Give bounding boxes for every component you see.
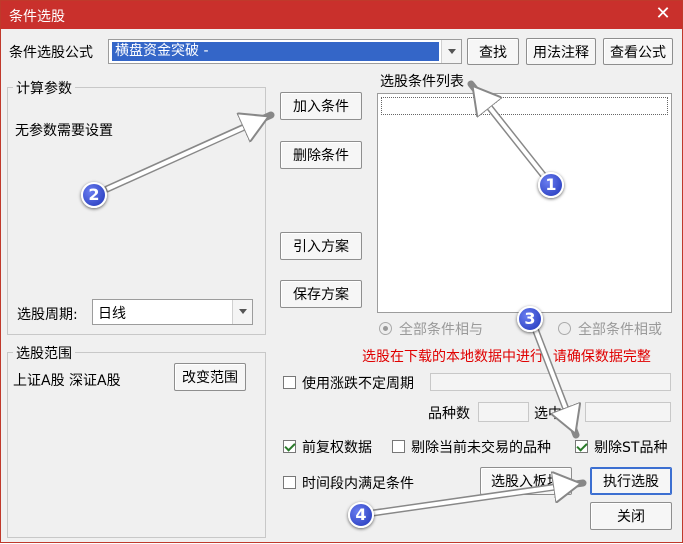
close-icon[interactable]: ✕ — [652, 3, 674, 25]
period-label: 选股周期: — [17, 307, 78, 323]
pre-adjust-label: 前复权数据 — [302, 440, 372, 456]
time-range-label: 时间段内满足条件 — [302, 476, 414, 492]
formula-label: 条件选股公式 — [9, 45, 93, 61]
no-params-text: 无参数需要设置 — [15, 123, 113, 139]
step-marker-2: 2 — [81, 182, 107, 208]
condition-stock-selection-dialog: 条件选股 ✕ 条件选股公式 横盘资金突破 - 查找 用法注释 查看公式 计算参数… — [0, 0, 683, 543]
step-marker-3: 3 — [517, 306, 543, 332]
exclude-st-checkbox[interactable] — [575, 440, 588, 453]
range-group-title: 选股范围 — [13, 343, 75, 363]
pre-adjust-checkbox[interactable] — [283, 440, 296, 453]
chevron-down-icon[interactable] — [232, 300, 252, 324]
select-to-board-button[interactable]: 选股入板块 — [480, 467, 572, 495]
exclude-st-label: 剔除ST品种 — [594, 440, 668, 456]
time-range-checkbox[interactable] — [283, 476, 296, 489]
execute-selection-button[interactable]: 执行选股 — [590, 467, 672, 495]
market-range-text: 上证A股 深证A股 — [13, 373, 121, 389]
delete-condition-button[interactable]: 删除条件 — [280, 141, 362, 169]
use-variable-period-checkbox[interactable] — [283, 376, 296, 389]
selected-count-label: 选中数 — [534, 406, 576, 422]
find-button[interactable]: 查找 — [467, 38, 519, 65]
count-label: 品种数 — [428, 406, 470, 422]
step-marker-4: 4 — [348, 502, 374, 528]
close-button[interactable]: 关闭 — [590, 502, 672, 530]
save-plan-button[interactable]: 保存方案 — [280, 280, 362, 308]
step-marker-1: 1 — [538, 172, 564, 198]
period-select[interactable]: 日线 — [92, 299, 253, 325]
local-data-notice: 选股在下载的本地数据中进行, 请确保数据完整 — [362, 349, 651, 365]
chevron-down-icon[interactable] — [441, 40, 461, 63]
exclude-untraded-label: 剔除当前未交易的品种 — [411, 440, 551, 456]
params-group-title: 计算参数 — [13, 78, 75, 98]
use-variable-period-label: 使用涨跌不定周期 — [302, 376, 414, 392]
count-field — [478, 402, 529, 422]
import-plan-button[interactable]: 引入方案 — [280, 232, 362, 260]
window-title: 条件选股 — [9, 9, 65, 25]
selected-count-field — [585, 402, 671, 422]
radio-all-and[interactable] — [379, 322, 392, 335]
view-formula-button[interactable]: 查看公式 — [603, 38, 673, 65]
title-bar: 条件选股 ✕ — [1, 1, 682, 29]
change-range-button[interactable]: 改变范围 — [174, 363, 246, 391]
exclude-untraded-checkbox[interactable] — [392, 440, 405, 453]
radio-all-or-label: 全部条件相或 — [578, 322, 662, 338]
period-selected-value: 日线 — [98, 306, 126, 322]
formula-select[interactable]: 横盘资金突破 - — [108, 39, 462, 64]
add-condition-button[interactable]: 加入条件 — [280, 92, 362, 120]
radio-all-and-label: 全部条件相与 — [399, 322, 483, 338]
list-item[interactable] — [381, 97, 668, 115]
condition-list-label: 选股条件列表 — [380, 74, 464, 90]
condition-list[interactable] — [377, 93, 672, 313]
radio-all-or[interactable] — [558, 322, 571, 335]
formula-selected-value: 横盘资金突破 - — [112, 42, 439, 61]
usage-notes-button[interactable]: 用法注释 — [526, 38, 596, 65]
variable-period-field[interactable] — [430, 373, 671, 391]
